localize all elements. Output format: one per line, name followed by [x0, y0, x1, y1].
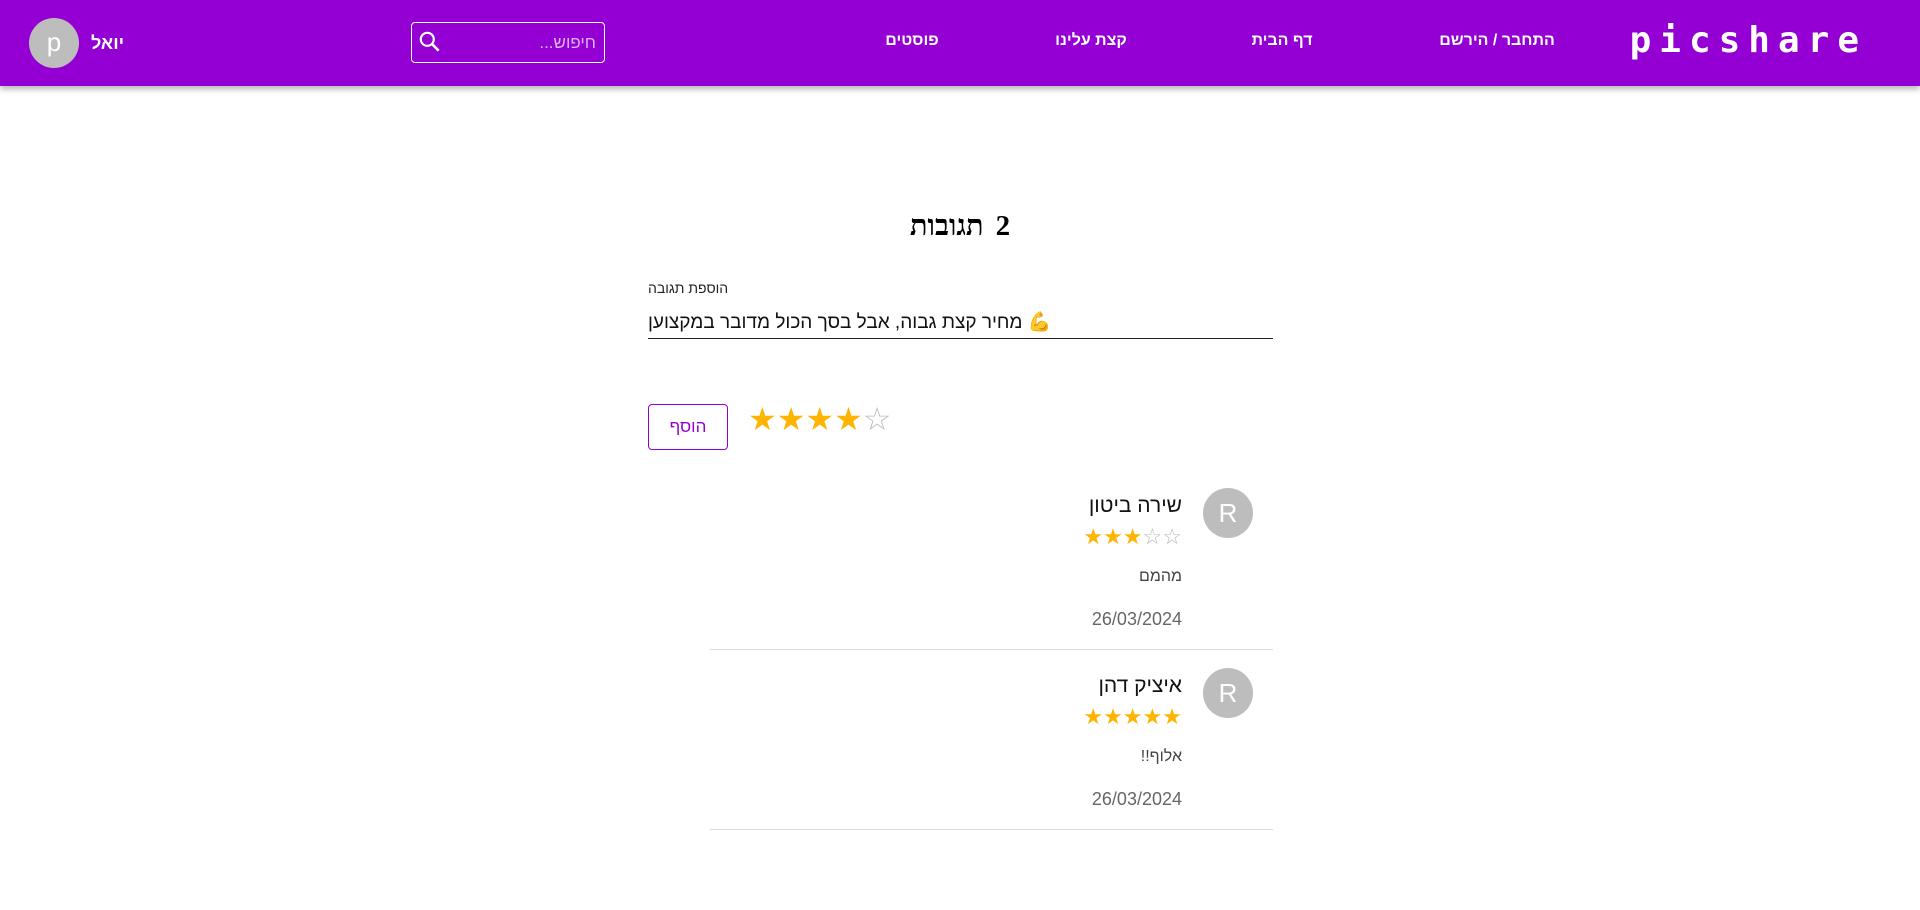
search-icon[interactable] — [417, 29, 443, 60]
comment-text: אלוף!! — [1140, 748, 1182, 765]
star-empty-icon: ☆ — [1162, 524, 1182, 549]
add-comment-button[interactable]: הוסף — [648, 404, 728, 450]
star-filled-icon: ★ — [1142, 704, 1163, 729]
comment-author: איציק דהן — [1098, 674, 1182, 697]
star-filled-icon[interactable]: ★ — [805, 400, 834, 438]
comment-input[interactable] — [648, 306, 1273, 339]
star-filled-icon: ★ — [1122, 524, 1143, 549]
nav-about[interactable]: קצת עלינו — [1055, 32, 1127, 50]
star-filled-icon: ★ — [1083, 704, 1104, 729]
user-name[interactable]: יואל — [91, 33, 124, 54]
comment-input-label: הוספת תגובה — [648, 280, 729, 296]
comment-avatar: R — [1203, 668, 1253, 718]
nav-home[interactable]: דף הבית — [1251, 32, 1312, 50]
user-avatar[interactable]: p — [29, 18, 79, 68]
comments-count: 2 — [995, 210, 1011, 242]
comments-heading: תגובות — [909, 210, 984, 242]
rating-input[interactable]: ★ ★ ★ ★ ☆ — [748, 400, 891, 438]
star-filled-icon[interactable]: ★ — [748, 400, 777, 438]
comment-date: 26/03/2024 — [1091, 609, 1182, 629]
star-filled-icon: ★ — [1103, 524, 1123, 549]
comment-avatar: R — [1203, 488, 1253, 538]
logo[interactable]: picshare — [1630, 20, 1867, 61]
nav-posts[interactable]: פוסטים — [885, 32, 938, 50]
nav-login-register[interactable]: התחבר / הירשם — [1439, 32, 1555, 50]
search-input[interactable] — [456, 31, 596, 55]
star-filled-icon: ★ — [1103, 704, 1123, 729]
comments-title: 2 תגובות — [0, 210, 1920, 243]
search-box — [411, 22, 605, 63]
star-filled-icon[interactable]: ★ — [777, 400, 806, 438]
comment-date: 26/03/2024 — [1091, 789, 1182, 809]
comment-rating: ★ ★ ★ ★ ★ — [1083, 704, 1182, 730]
comment-text: מהמם — [1139, 568, 1182, 585]
comment-author: שירה ביטון — [1088, 494, 1182, 517]
comment-rating: ★ ★ ★ ☆ ☆ — [1083, 524, 1182, 550]
divider — [710, 649, 1273, 650]
star-filled-icon: ★ — [1162, 704, 1182, 729]
star-empty-icon[interactable]: ☆ — [863, 400, 892, 438]
star-filled-icon[interactable]: ★ — [834, 400, 863, 438]
star-filled-icon: ★ — [1083, 524, 1104, 549]
top-navbar: picshare התחבר / הירשם דף הבית קצת עלינו… — [0, 0, 1920, 86]
star-empty-icon: ☆ — [1142, 524, 1163, 549]
star-filled-icon: ★ — [1122, 704, 1143, 729]
divider — [710, 829, 1273, 830]
